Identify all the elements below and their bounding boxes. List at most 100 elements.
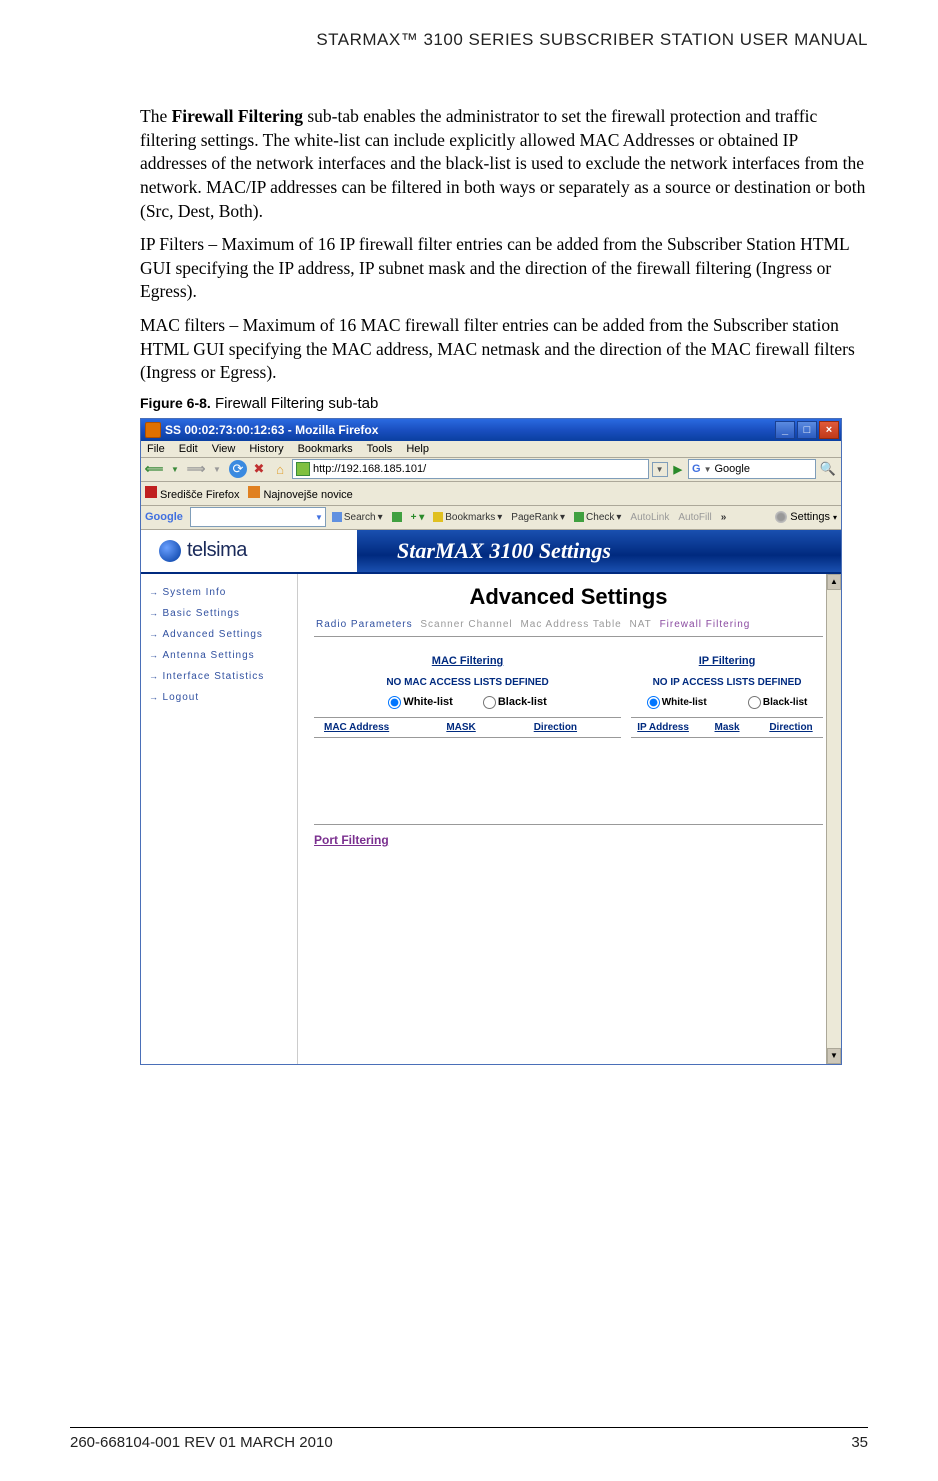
mac-blacklist-label: Black-list bbox=[498, 696, 547, 708]
url-text: http://192.168.185.101/ bbox=[313, 463, 426, 475]
ip-whitelist-radio[interactable]: White-list bbox=[647, 696, 707, 709]
mac-filtering-title[interactable]: MAC Filtering bbox=[314, 655, 621, 667]
ip-filtering-section: IP Filtering NO IP ACCESS LISTS DEFINED … bbox=[631, 647, 823, 738]
subtab-firewall-filtering[interactable]: Firewall Filtering bbox=[658, 619, 753, 630]
back-button[interactable]: ⟸ bbox=[145, 460, 163, 478]
ip-filtering-title[interactable]: IP Filtering bbox=[631, 655, 823, 667]
page-header: STARMAX™ 3100 SERIES SUBSCRIBER STATION … bbox=[140, 30, 868, 50]
gtb-settings[interactable]: Settings bbox=[790, 511, 830, 523]
maximize-button[interactable]: □ bbox=[797, 421, 817, 439]
browser-window: SS 00:02:73:00:12:63 - Mozilla Firefox _… bbox=[140, 418, 842, 1065]
mac-no-lists: NO MAC ACCESS LISTS DEFINED bbox=[314, 677, 621, 688]
reload-button[interactable]: ⟳ bbox=[229, 460, 247, 478]
rss-icon bbox=[248, 486, 260, 498]
menu-view[interactable]: View bbox=[210, 443, 238, 455]
menu-help[interactable]: Help bbox=[404, 443, 431, 455]
main-panel: ▲ ▼ Advanced Settings Radio Parameters S… bbox=[298, 574, 841, 1064]
check-icon bbox=[574, 512, 584, 522]
figure-caption: Figure 6-8. Firewall Filtering sub-tab bbox=[140, 395, 868, 412]
gtb-highlighter[interactable] bbox=[389, 512, 405, 522]
ip-table-header: IP Address Mask Direction bbox=[631, 717, 823, 738]
subtab-radio-parameters[interactable]: Radio Parameters bbox=[314, 619, 415, 630]
subtabs: Radio Parameters Scanner Channel Mac Add… bbox=[314, 616, 823, 637]
url-dropdown[interactable]: ▼ bbox=[652, 462, 668, 477]
url-bar[interactable]: http://192.168.185.101/ bbox=[292, 459, 649, 479]
logo: telsima bbox=[141, 530, 357, 572]
forward-dropdown[interactable]: ▼ bbox=[208, 460, 226, 478]
figure-title: Firewall Filtering sub-tab bbox=[211, 395, 379, 412]
google-toolbar: Google ▼ Search ▾ + ▾ Bookmarks▾ PageRan… bbox=[141, 506, 841, 530]
bookmark-1-label: Središče Firefox bbox=[160, 489, 239, 501]
menu-tools[interactable]: Tools bbox=[365, 443, 395, 455]
sidebar-item-logout[interactable]: Logout bbox=[145, 687, 293, 708]
ip-col-address: IP Address bbox=[631, 722, 695, 733]
banner-title: StarMAX 3100 Settings bbox=[357, 530, 841, 572]
gtb-more[interactable]: » bbox=[718, 512, 730, 523]
forward-button[interactable]: ⟹ bbox=[187, 460, 205, 478]
gtb-add[interactable]: + ▾ bbox=[408, 512, 428, 523]
stop-button[interactable]: ✖ bbox=[250, 460, 268, 478]
page-content: telsima StarMAX 3100 Settings System Inf… bbox=[141, 530, 841, 1064]
ip-no-lists: NO IP ACCESS LISTS DEFINED bbox=[631, 677, 823, 688]
bookmark-icon bbox=[145, 486, 157, 498]
bookmark-2-label: Najnovejše novice bbox=[263, 489, 352, 501]
back-dropdown[interactable]: ▼ bbox=[166, 460, 184, 478]
page-number: 35 bbox=[851, 1434, 868, 1451]
sidebar-item-system-info[interactable]: System Info bbox=[145, 582, 293, 603]
scrollbar[interactable]: ▲ ▼ bbox=[826, 574, 841, 1064]
gtb-autolink[interactable]: AutoLink bbox=[627, 512, 672, 523]
search-go-icon[interactable]: 🔍 bbox=[819, 460, 837, 478]
search-bar[interactable]: G ▼ Google bbox=[688, 459, 816, 479]
search-engine: Google bbox=[714, 463, 749, 475]
google-toolbar-label: Google bbox=[145, 511, 187, 523]
scroll-down-icon[interactable]: ▼ bbox=[827, 1048, 841, 1064]
mac-col-mask: MASK bbox=[446, 722, 533, 733]
gtb-autofill[interactable]: AutoFill bbox=[675, 512, 714, 523]
bookmark-1[interactable]: Središče Firefox bbox=[145, 486, 239, 501]
star-icon bbox=[433, 512, 443, 522]
subtab-mac-address-table[interactable]: Mac Address Table bbox=[518, 619, 623, 630]
home-button[interactable]: ⌂ bbox=[271, 460, 289, 478]
menu-bookmarks[interactable]: Bookmarks bbox=[296, 443, 355, 455]
port-filtering-link[interactable]: Port Filtering bbox=[314, 825, 823, 847]
go-button[interactable]: ▶ bbox=[671, 463, 685, 476]
logo-text: telsima bbox=[187, 539, 247, 562]
mac-whitelist-radio[interactable]: White-list bbox=[388, 696, 453, 709]
ip-whitelist-label: White-list bbox=[662, 697, 707, 708]
mac-col-direction: Direction bbox=[534, 722, 621, 733]
scroll-up-icon[interactable]: ▲ bbox=[827, 574, 841, 590]
window-titlebar: SS 00:02:73:00:12:63 - Mozilla Firefox _… bbox=[141, 419, 841, 441]
ip-blacklist-radio[interactable]: Black-list bbox=[748, 696, 807, 709]
gtb-bookmarks[interactable]: Bookmarks▾ bbox=[430, 512, 505, 523]
subtab-nat[interactable]: NAT bbox=[628, 619, 654, 630]
menu-edit[interactable]: Edit bbox=[177, 443, 200, 455]
minimize-button[interactable]: _ bbox=[775, 421, 795, 439]
site-icon bbox=[296, 462, 310, 476]
mac-col-address: MAC Address bbox=[314, 722, 446, 733]
gtb-check[interactable]: Check ▾ bbox=[571, 512, 624, 523]
google-search-field[interactable]: ▼ bbox=[190, 507, 326, 527]
ip-col-direction: Direction bbox=[759, 722, 823, 733]
menu-file[interactable]: File bbox=[145, 443, 167, 455]
logo-icon bbox=[159, 540, 181, 562]
sidebar-item-advanced-settings[interactable]: Advanced Settings bbox=[145, 624, 293, 645]
highlight-icon bbox=[392, 512, 402, 522]
close-button[interactable]: × bbox=[819, 421, 839, 439]
gtb-pagerank[interactable]: PageRank ▾ bbox=[508, 512, 568, 523]
subtab-scanner-channel[interactable]: Scanner Channel bbox=[418, 619, 514, 630]
mac-whitelist-label: White-list bbox=[403, 696, 453, 708]
firefox-icon bbox=[145, 422, 161, 438]
ip-col-mask: Mask bbox=[695, 722, 759, 733]
sidebar-item-basic-settings[interactable]: Basic Settings bbox=[145, 603, 293, 624]
sidebar-item-antenna-settings[interactable]: Antenna Settings bbox=[145, 645, 293, 666]
bookmark-2[interactable]: Najnovejše novice bbox=[248, 486, 352, 501]
ip-blacklist-label: Black-list bbox=[763, 697, 807, 708]
p1-pre: The bbox=[140, 106, 172, 126]
menu-history[interactable]: History bbox=[247, 443, 285, 455]
page-footer: 260-668104-001 REV 01 MARCH 2010 35 bbox=[70, 1427, 868, 1451]
menubar: File Edit View History Bookmarks Tools H… bbox=[141, 441, 841, 458]
search-icon bbox=[332, 512, 342, 522]
sidebar-item-interface-statistics[interactable]: Interface Statistics bbox=[145, 666, 293, 687]
mac-blacklist-radio[interactable]: Black-list bbox=[483, 696, 547, 709]
gtb-search[interactable]: Search ▾ bbox=[329, 512, 386, 523]
